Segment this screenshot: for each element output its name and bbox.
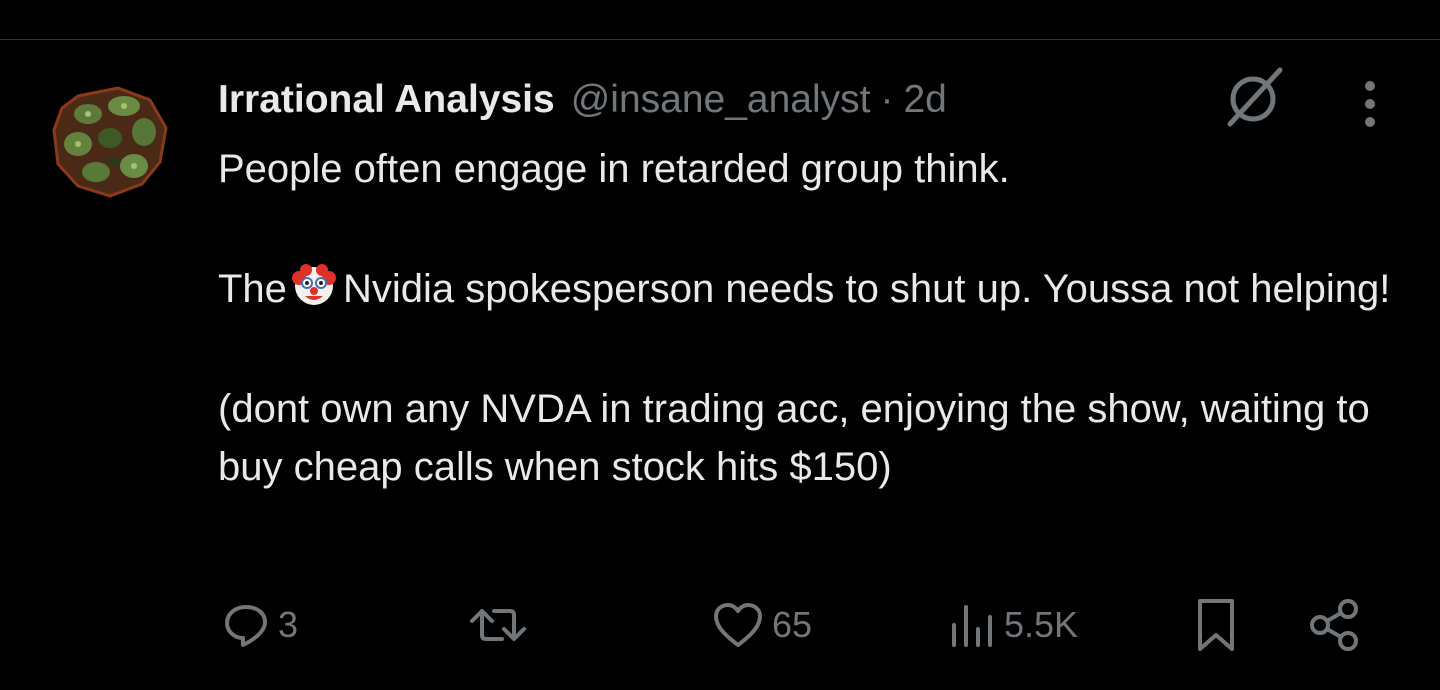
header-separator: · [880, 78, 894, 121]
timestamp[interactable]: 2d [903, 78, 946, 122]
heart-icon [714, 603, 762, 647]
reply-button[interactable]: 3 [222, 590, 298, 660]
bookmark-icon [1198, 599, 1234, 651]
reply-count: 3 [278, 604, 299, 645]
avatar-image [52, 86, 168, 198]
like-count: 65 [772, 604, 813, 645]
tweet-text-prefix: The [218, 267, 287, 311]
tweet-text-line-1: People often engage in retarded group th… [218, 147, 1010, 191]
bookmark-button[interactable] [1192, 590, 1240, 660]
author-display-name[interactable]: Irrational Analysis [218, 78, 555, 122]
retweet-button[interactable] [468, 590, 536, 660]
tweet-text-paragraph-2: The Nvidia spokesperson needs to shut up… [218, 260, 1408, 318]
views-chart-icon [952, 605, 992, 647]
reply-icon [225, 605, 267, 647]
author-handle[interactable]: @insane_analyst [571, 78, 871, 122]
tweet-text: People often engage in retarded group th… [218, 140, 1408, 496]
views-button[interactable]: 5.5K [948, 590, 1078, 660]
like-button[interactable]: 65 [712, 590, 812, 660]
tweet[interactable]: Irrational Analysis @insane_analyst · 2d… [0, 0, 1440, 651]
avatar[interactable] [48, 80, 172, 204]
tweet-header: Irrational Analysis @insane_analyst · 2d [218, 78, 947, 122]
tweet-actions: 3 65 5.5K [0, 590, 1440, 660]
grok-icon[interactable] [1222, 64, 1288, 130]
views-count: 5.5K [1004, 604, 1079, 645]
clown-face-emoji-icon [291, 264, 336, 305]
more-vertical-icon[interactable] [1350, 76, 1390, 132]
share-icon [1310, 599, 1358, 651]
tweet-text-line-3: (dont own any NVDA in trading acc, enjoy… [218, 387, 1370, 489]
tweet-text-suffix: Nvidia spokesperson needs to shut up. Yo… [342, 267, 1391, 311]
share-button[interactable] [1306, 590, 1362, 660]
retweet-icon [470, 609, 526, 641]
